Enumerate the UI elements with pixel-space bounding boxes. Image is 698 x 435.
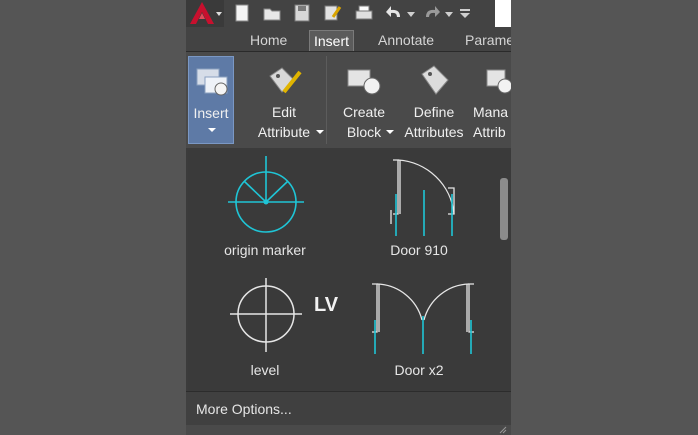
undo-dropdown-icon[interactable] — [407, 10, 415, 18]
manage-attributes-label-line2: Attrib — [473, 124, 506, 140]
create-block-icon — [347, 69, 381, 95]
level-icon — [230, 278, 302, 352]
tab-insert[interactable]: Insert — [309, 30, 355, 51]
origin-marker-icon — [228, 156, 304, 233]
tab-home[interactable]: Home — [246, 30, 291, 51]
define-attributes-label-line2: Attributes — [404, 124, 464, 140]
gallery-scrollbar-thumb[interactable] — [500, 178, 508, 240]
tab-parametric[interactable]: Parame — [461, 30, 511, 51]
edit-attribute-icon — [269, 67, 302, 94]
ribbon-tabs: Home Insert Annotate Parame — [186, 27, 511, 52]
redo-icon[interactable] — [422, 3, 442, 23]
gallery-item-label: Door 910 — [390, 242, 448, 258]
autocad-window: Home Insert Annotate Parame Insert Edit — [186, 0, 511, 435]
title-bar-area — [495, 0, 511, 27]
new-file-icon[interactable] — [232, 3, 252, 23]
edit-attribute-label-line1: Edit — [271, 104, 297, 120]
undo-icon[interactable] — [384, 3, 404, 23]
door-x2-icon — [372, 283, 474, 354]
define-attributes-button[interactable]: Define Attributes — [398, 56, 470, 144]
save-icon[interactable] — [292, 3, 312, 23]
insert-block-icon — [196, 68, 228, 96]
application-menu-button[interactable] — [186, 0, 224, 27]
create-block-label-line2: Block — [346, 124, 382, 140]
ribbon-separator — [326, 56, 327, 144]
more-options-button[interactable]: More Options... — [186, 391, 511, 426]
define-attributes-icon — [421, 65, 449, 95]
app-logo-icon — [190, 2, 222, 24]
customize-icon[interactable] — [457, 3, 473, 23]
panel-resize-bar — [186, 425, 511, 435]
ribbon-panel: Insert Edit Attribute Create Block Defin… — [186, 52, 511, 148]
manage-attributes-button[interactable]: Mana Attrib — [473, 56, 511, 144]
create-block-button[interactable]: Create Block — [336, 56, 394, 144]
gallery-item-origin-marker[interactable]: origin marker — [190, 152, 340, 272]
chevron-down-icon — [316, 130, 324, 134]
edit-attribute-button[interactable]: Edit Attribute — [244, 56, 324, 144]
gallery-item-level[interactable]: LV level — [190, 272, 340, 392]
chevron-down-icon — [208, 128, 216, 132]
level-symbol-text: LV — [314, 294, 339, 316]
quick-access-toolbar — [186, 0, 511, 27]
gallery-item-label: Door x2 — [394, 362, 444, 378]
manage-attributes-label-line1: Mana — [473, 104, 509, 120]
resize-grip-icon[interactable] — [499, 426, 507, 434]
gallery-item-label: level — [250, 362, 280, 378]
manage-attributes-icon — [486, 69, 511, 94]
tab-annotate[interactable]: Annotate — [374, 30, 438, 51]
gallery-item-label: origin marker — [224, 242, 306, 258]
block-gallery: origin marker Door 910 LV level Door x2 — [188, 150, 499, 390]
gallery-item-door-x2[interactable]: Door x2 — [344, 272, 494, 392]
gallery-item-door-910[interactable]: Door 910 — [344, 152, 494, 272]
create-block-label-line1: Create — [342, 104, 386, 120]
insert-label: Insert — [193, 105, 229, 121]
edit-attribute-label-line2: Attribute — [257, 124, 311, 140]
chevron-down-icon — [386, 130, 394, 134]
define-attributes-label-line1: Define — [413, 104, 455, 120]
insert-button[interactable]: Insert — [188, 56, 234, 144]
open-file-icon[interactable] — [262, 3, 282, 23]
print-icon[interactable] — [354, 3, 374, 23]
more-options-label: More Options... — [196, 401, 292, 417]
save-as-icon[interactable] — [322, 3, 342, 23]
door-910-icon — [390, 159, 455, 236]
redo-dropdown-icon[interactable] — [445, 10, 453, 18]
